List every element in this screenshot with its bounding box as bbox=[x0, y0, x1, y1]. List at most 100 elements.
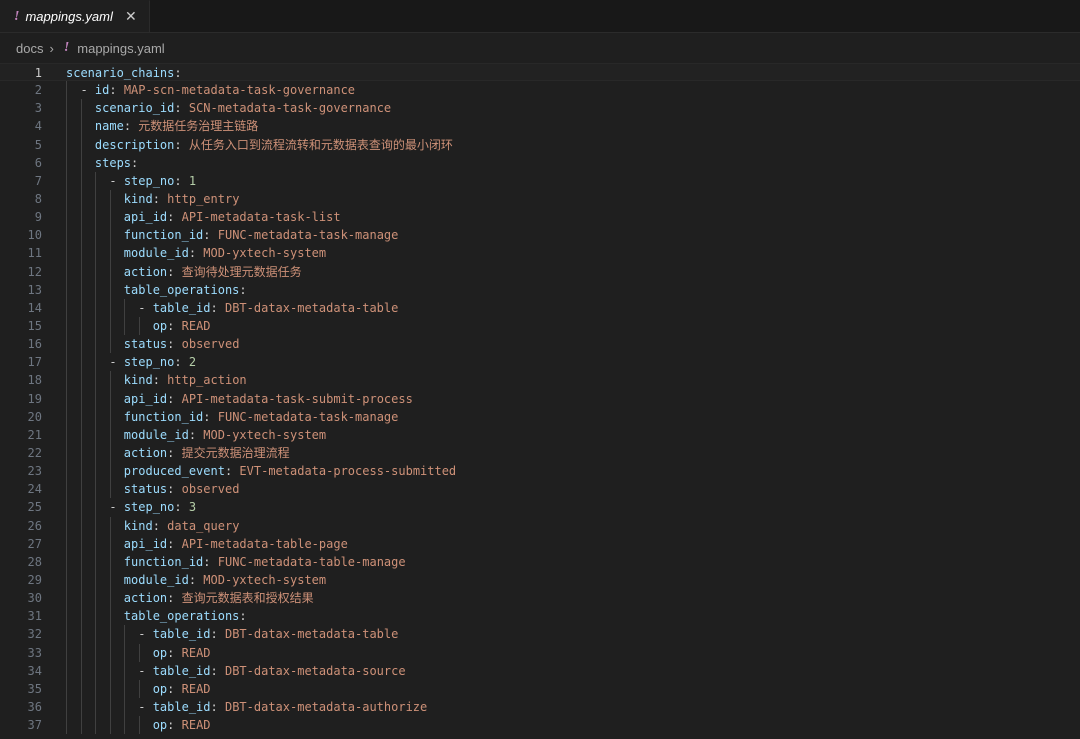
code-line[interactable]: 28 function_id: FUNC-metadata-table-mana… bbox=[0, 552, 1080, 571]
indent-guide bbox=[109, 443, 111, 463]
indent-guide bbox=[66, 389, 67, 408]
yaml-key: kind bbox=[123, 373, 153, 388]
indent-guide bbox=[66, 226, 67, 245]
code-editor[interactable]: 1 scenario_chains: 2 - id: MAP-scn-metadat… bbox=[0, 63, 1080, 735]
indent-guide bbox=[95, 353, 96, 372]
indent-guide bbox=[138, 679, 140, 698]
yaml-value: FUNC-metadata-table-manage bbox=[217, 554, 406, 569]
code-text: - table_id: DBT-datax-metadata-source bbox=[42, 661, 406, 680]
code-line[interactable]: 36 - table_id: DBT-datax-metadata-author… bbox=[0, 697, 1080, 717]
code-line[interactable]: 33 op: READ bbox=[0, 643, 1080, 662]
indent-guide bbox=[109, 371, 111, 390]
yaml-value: API-metadata-task-list bbox=[181, 210, 341, 225]
indent-guide bbox=[80, 226, 82, 245]
code-line[interactable]: 27 api_id: API-metadata-table-page bbox=[0, 534, 1080, 553]
line-number: 21 bbox=[27, 427, 42, 442]
code-line[interactable]: 30 action: 查询元数据表和授权结果 bbox=[0, 589, 1080, 608]
line-number: 3 bbox=[34, 101, 42, 116]
code-line[interactable]: 25 - step_no: 3 bbox=[0, 498, 1080, 517]
indent-guide bbox=[66, 498, 67, 517]
breadcrumb-folder[interactable]: docs bbox=[16, 41, 43, 56]
indent-guide bbox=[124, 298, 125, 317]
line-number: 6 bbox=[34, 155, 42, 170]
code-line[interactable]: 5 description: 从任务入口到流程流转和元数据表查询的最小闭环 bbox=[0, 135, 1080, 154]
indent-guide bbox=[66, 425, 67, 444]
code-line[interactable]: 17 - step_no: 2 bbox=[0, 353, 1080, 372]
code-line[interactable]: 2 - id: MAP-scn-metadata-task-governance bbox=[0, 81, 1080, 100]
yaml-key: function_id bbox=[123, 554, 204, 569]
indent-guide bbox=[95, 226, 96, 245]
yaml-value: READ bbox=[181, 681, 211, 696]
code-line[interactable]: 14 - table_id: DBT-datax-metadata-table bbox=[0, 298, 1080, 317]
close-icon[interactable]: ✕ bbox=[123, 8, 139, 25]
chevron-right-icon: › bbox=[49, 40, 54, 56]
code-line[interactable]: 10 function_id: FUNC-metadata-task-manag… bbox=[0, 226, 1080, 245]
yaml-value: 元数据任务治理主链路 bbox=[138, 119, 259, 134]
code-text: function_id: FUNC-metadata-task-manage bbox=[42, 226, 398, 245]
code-line[interactable]: 6 steps: bbox=[0, 153, 1080, 172]
code-line[interactable]: 20 function_id: FUNC-metadata-task-manag… bbox=[0, 407, 1080, 426]
code-text: module_id: MOD-yxtech-system bbox=[42, 244, 326, 263]
indent-guide bbox=[95, 262, 96, 281]
code-line[interactable]: 24 status: observed bbox=[0, 480, 1080, 499]
code-text: status: observed bbox=[42, 335, 239, 354]
code-line[interactable]: 1 scenario_chains: bbox=[0, 63, 1080, 82]
indent-guide bbox=[66, 661, 67, 680]
code-line[interactable]: 31 table_operations: bbox=[0, 607, 1080, 626]
indent-guide bbox=[95, 716, 96, 735]
code-line[interactable]: 26 kind: data_query bbox=[0, 516, 1080, 535]
yaml-value: 2 bbox=[188, 355, 197, 370]
indent-guide bbox=[80, 262, 82, 281]
line-number: 23 bbox=[27, 464, 42, 479]
code-line[interactable]: 34 - table_id: DBT-datax-metadata-source bbox=[0, 661, 1080, 680]
code-line[interactable]: 29 module_id: MOD-yxtech-system bbox=[0, 570, 1080, 590]
indent-guide bbox=[66, 679, 67, 698]
indent-guide bbox=[109, 534, 111, 553]
colon: : bbox=[224, 464, 233, 479]
indent-guide bbox=[66, 262, 67, 281]
yaml-value: DBT-datax-metadata-authorize bbox=[224, 699, 428, 714]
colon: : bbox=[174, 500, 182, 515]
code-line[interactable]: 23 produced_event: EVT-metadata-process-… bbox=[0, 462, 1080, 481]
code-line[interactable]: 7 - step_no: 1 bbox=[0, 171, 1080, 190]
indent-guide bbox=[80, 208, 82, 227]
code-line[interactable]: 3 scenario_id: SCN-metadata-task-governa… bbox=[0, 99, 1080, 118]
yaml-key: step_no bbox=[123, 500, 175, 515]
colon: : bbox=[152, 373, 160, 388]
code-line[interactable]: 35 op: READ bbox=[0, 679, 1080, 698]
indent-guide bbox=[66, 353, 67, 372]
colon: : bbox=[167, 591, 175, 606]
indent-guide bbox=[80, 99, 82, 118]
yaml-key: step_no bbox=[123, 355, 175, 370]
list-dash: - bbox=[80, 83, 95, 98]
yaml-exclamation-icon: ! bbox=[63, 40, 70, 55]
code-line[interactable]: 37 op: READ bbox=[0, 716, 1080, 735]
breadcrumb-file[interactable]: mappings.yaml bbox=[77, 41, 164, 56]
indent-guide bbox=[109, 335, 111, 354]
indent-guide bbox=[109, 244, 111, 263]
tab-mappings-yaml[interactable]: ! mappings.yaml ✕ bbox=[0, 0, 150, 32]
indent-guide bbox=[66, 81, 67, 100]
code-line[interactable]: 18 kind: http_action bbox=[0, 371, 1080, 390]
code-line[interactable]: 9 api_id: API-metadata-task-list bbox=[0, 208, 1080, 227]
code-line[interactable]: 11 module_id: MOD-yxtech-system bbox=[0, 244, 1080, 263]
code-line[interactable]: 13 table_operations: bbox=[0, 280, 1080, 299]
code-line[interactable]: 16 status: observed bbox=[0, 335, 1080, 354]
code-text: - step_no: 1 bbox=[42, 171, 196, 190]
indent-guide bbox=[66, 552, 67, 571]
code-line[interactable]: 22 action: 提交元数据治理流程 bbox=[0, 443, 1080, 463]
indent-guide bbox=[95, 462, 96, 481]
indent-guide bbox=[80, 716, 82, 735]
code-line[interactable]: 8 kind: http_entry bbox=[0, 189, 1080, 209]
code-line[interactable]: 19 api_id: API-metadata-task-submit-proc… bbox=[0, 389, 1080, 408]
list-dash: - bbox=[138, 300, 153, 315]
line-number: 17 bbox=[27, 355, 42, 370]
code-text: function_id: FUNC-metadata-task-manage bbox=[42, 407, 398, 426]
colon: : bbox=[152, 518, 160, 533]
code-line[interactable]: 15 op: READ bbox=[0, 316, 1080, 336]
code-line[interactable]: 4 name: 元数据任务治理主链路 bbox=[0, 117, 1080, 136]
code-line[interactable]: 21 module_id: MOD-yxtech-system bbox=[0, 425, 1080, 444]
code-text: scenario_id: SCN-metadata-task-governanc… bbox=[42, 99, 391, 118]
code-line[interactable]: 12 action: 查询待处理元数据任务 bbox=[0, 262, 1080, 281]
code-line[interactable]: 32 - table_id: DBT-datax-metadata-table bbox=[0, 625, 1080, 644]
